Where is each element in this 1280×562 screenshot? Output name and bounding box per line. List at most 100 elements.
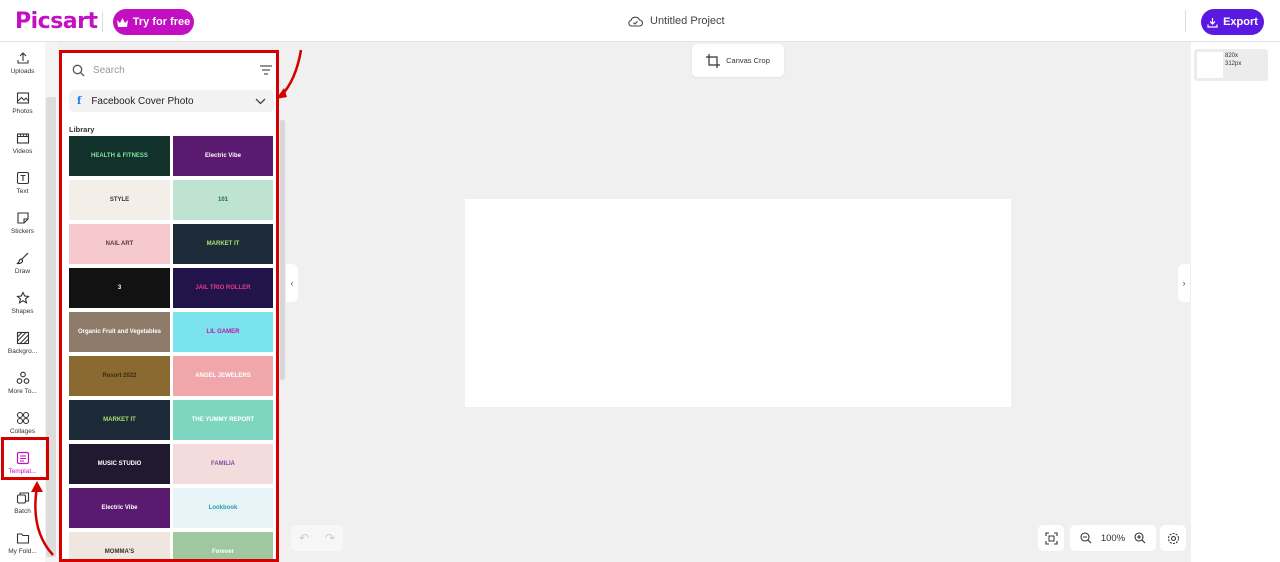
canvas-settings-button[interactable]: [1160, 525, 1186, 551]
rail-item-label: Uploads: [10, 68, 35, 75]
video-icon: [16, 133, 29, 144]
collapse-left-panel-button[interactable]: ‹: [286, 264, 298, 302]
chevron-left-icon: ‹: [290, 278, 294, 288]
template-thumbnail[interactable]: Resort 2022: [69, 356, 170, 396]
template-thumbnail[interactable]: MUSIC STUDIO: [69, 444, 170, 484]
template-thumbnail[interactable]: 3: [69, 268, 170, 308]
rail-item-text[interactable]: Text: [0, 163, 45, 203]
rail-item-brush[interactable]: Draw: [0, 243, 45, 283]
template-thumbnail[interactable]: ANGEL JEWELERS: [173, 356, 273, 396]
rail-item-background[interactable]: Backgro...: [0, 323, 45, 363]
template-thumbnail[interactable]: STYLE: [69, 180, 170, 220]
fit-screen-button[interactable]: [1038, 525, 1064, 551]
brush-icon: [15, 252, 28, 265]
left-tool-rail: Uploads Photos Videos Text Stickers Draw Shape…: [0, 42, 45, 562]
template-thumbnail[interactable]: Electric Vibe: [173, 136, 273, 176]
template-thumbnail[interactable]: 101: [173, 180, 273, 220]
rail-item-label: Backgro...: [7, 348, 38, 355]
star-icon: [15, 291, 30, 304]
page-size-width: 820x: [1225, 53, 1239, 59]
filter-icon[interactable]: [260, 65, 272, 75]
rail-item-batch[interactable]: Batch: [0, 483, 45, 523]
template-thumbnail[interactable]: Electric Vibe: [69, 488, 170, 528]
template-thumbnail-text: LIL GAMER: [206, 328, 240, 335]
sticker-icon: [16, 212, 29, 224]
template-thumbnail[interactable]: Organic Fruit and Vegetables: [69, 312, 170, 352]
gear-icon: [1167, 532, 1179, 544]
rail-item-label: Photos: [12, 108, 33, 115]
canvas-crop-button[interactable]: Canvas Crop: [692, 44, 784, 77]
annotation-highlight-templates: [1, 437, 49, 480]
rail-item-upload[interactable]: Uploads: [0, 43, 45, 83]
redo-icon[interactable]: ↷: [325, 531, 335, 545]
picsart-logo[interactable]: Picsart: [15, 9, 98, 34]
folder-icon: [16, 533, 29, 544]
template-thumbnail-text: Forever: [211, 548, 234, 555]
template-thumbnail-text: Electric Vibe: [205, 152, 241, 159]
template-thumbnail[interactable]: NAIL ART: [69, 224, 170, 264]
project-title[interactable]: Untitled Project: [628, 15, 725, 27]
try-for-free-label: Try for free: [132, 16, 191, 28]
export-label: Export: [1223, 16, 1258, 28]
try-for-free-button[interactable]: Try for free: [113, 9, 194, 35]
rail-scrollbar-thumb[interactable]: [46, 97, 56, 557]
rail-item-label: My Fold...: [8, 548, 37, 555]
export-button[interactable]: Export: [1201, 9, 1264, 35]
template-thumbnail-text: MARKET IT: [206, 240, 240, 247]
chevron-down-icon: [255, 98, 266, 104]
search-placeholder: Search: [93, 64, 125, 76]
format-dropdown[interactable]: f Facebook Cover Photo: [69, 90, 274, 112]
undo-icon[interactable]: ↶: [299, 531, 309, 545]
top-bar: Picsart Try for free Untitled Project Ex…: [0, 0, 1280, 42]
rail-item-folder[interactable]: My Fold...: [0, 523, 45, 562]
panel-scrollbar[interactable]: [280, 50, 285, 562]
rail-scrollbar[interactable]: [45, 42, 58, 562]
library-heading: Library: [69, 125, 95, 134]
template-thumbnail[interactable]: MARKET IT: [173, 224, 273, 264]
crown-icon: [116, 17, 128, 27]
canvas-crop-label: Canvas Crop: [726, 56, 770, 65]
template-search[interactable]: Search: [72, 58, 272, 82]
template-thumbnail-text: Lookbook: [208, 504, 238, 511]
rail-item-label: Batch: [14, 508, 31, 515]
template-thumbnail[interactable]: MOMMA'S: [69, 532, 170, 559]
template-thumbnail[interactable]: Forever: [173, 532, 273, 559]
design-canvas[interactable]: [465, 199, 1011, 407]
template-thumbnail-text: THE YUMMY REPORT: [191, 416, 255, 423]
header-divider-right: [1185, 10, 1186, 32]
rail-item-star[interactable]: Shapes: [0, 283, 45, 323]
template-thumbnail-text: ANGEL JEWELERS: [195, 372, 251, 379]
collage-icon: [16, 411, 29, 425]
rail-item-video[interactable]: Videos: [0, 123, 45, 163]
template-thumbnail[interactable]: FAMILIA: [173, 444, 273, 484]
page-size-thumbnail[interactable]: 820x 312px: [1194, 49, 1268, 81]
rail-item-more-tools[interactable]: More To...: [0, 363, 45, 403]
page-thumbnail-preview: [1197, 52, 1223, 78]
header-divider: [102, 12, 103, 32]
zoom-level[interactable]: 100%: [1101, 533, 1125, 544]
template-thumbnail[interactable]: JAIL TRIO ROLLER: [173, 268, 273, 308]
template-thumbnail[interactable]: HEALTH & FITNESS: [69, 136, 170, 176]
background-icon: [16, 331, 29, 345]
rail-item-image[interactable]: Photos: [0, 83, 45, 123]
upload-icon: [16, 52, 29, 64]
search-icon: [72, 64, 85, 76]
template-thumbnail[interactable]: MARKET IT: [69, 400, 170, 440]
template-thumbnail-text: Electric Vibe: [101, 504, 138, 511]
collapse-right-panel-button[interactable]: ›: [1178, 264, 1190, 302]
panel-scrollbar-thumb[interactable]: [280, 120, 285, 380]
template-thumbnail[interactable]: THE YUMMY REPORT: [173, 400, 273, 440]
facebook-icon: f: [77, 95, 82, 107]
template-thumbnail-text: 3: [117, 284, 122, 291]
template-thumbnail[interactable]: LIL GAMER: [173, 312, 273, 352]
zoom-out-icon[interactable]: [1080, 532, 1092, 544]
zoom-in-icon[interactable]: [1134, 532, 1146, 544]
template-thumbnail[interactable]: Lookbook: [173, 488, 273, 528]
template-thumbnail-text: MARKET IT: [103, 416, 136, 423]
rail-item-sticker[interactable]: Stickers: [0, 203, 45, 243]
template-thumbnail-text: STYLE: [109, 196, 130, 203]
template-thumbnail-text: NAIL ART: [105, 240, 134, 247]
download-icon: [1207, 17, 1218, 28]
page-size-text: 820x 312px: [1225, 52, 1241, 68]
templates-panel: Search f Facebook Cover Photo Library HE…: [59, 50, 279, 562]
